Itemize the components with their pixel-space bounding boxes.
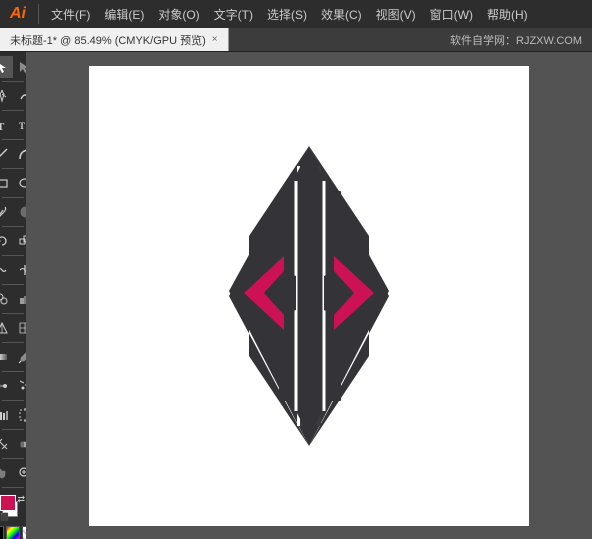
swap-colors-icon[interactable]: ⇄ — [17, 494, 25, 505]
perspective-grid-tool[interactable] — [0, 317, 13, 339]
rectangle-tool[interactable] — [0, 172, 13, 194]
main-area: T T — [0, 52, 592, 539]
brush-tools — [2, 201, 24, 227]
menu-help[interactable]: 帮助(H) — [481, 4, 534, 25]
app-logo: Ai — [4, 5, 32, 23]
menu-type[interactable]: 文字(T) — [208, 4, 259, 25]
warp-tools — [2, 259, 24, 285]
hand-tool[interactable] — [0, 462, 13, 484]
scale-tool[interactable] — [14, 230, 27, 252]
gradient-tool[interactable] — [0, 346, 13, 368]
shape-builder-tool[interactable] — [0, 288, 13, 310]
canvas-area[interactable] — [26, 52, 592, 539]
line-tool[interactable] — [0, 143, 13, 165]
artboard-tool[interactable] — [14, 404, 27, 426]
active-tab[interactable]: 未标题-1* @ 85.49% (CMYK/GPU 预览) × — [0, 28, 229, 51]
type-tool[interactable]: T — [0, 114, 13, 136]
slice-tool[interactable] — [0, 433, 13, 455]
pen-tool[interactable] — [0, 85, 13, 107]
eyedropper-tool[interactable] — [14, 346, 27, 368]
column-graph-tool[interactable] — [0, 404, 13, 426]
zoom-tool[interactable] — [14, 462, 27, 484]
arc-tool[interactable] — [14, 143, 27, 165]
warp-tool[interactable] — [0, 259, 13, 281]
builder-tools — [2, 288, 24, 314]
transform-tools — [2, 230, 24, 256]
toolbar: T T — [0, 52, 26, 539]
tab-right-info: 软件自学网：RJZXW.COM — [440, 32, 592, 48]
tab-bar: 未标题-1* @ 85.49% (CMYK/GPU 预览) × 软件自学网：RJ… — [0, 28, 592, 52]
color-area: ⇄ ⬛ — [2, 491, 24, 539]
svg-text:T: T — [19, 121, 25, 131]
view-tools — [2, 462, 24, 488]
graph-tools — [2, 404, 24, 430]
slice-tools — [2, 433, 24, 459]
blend-tools — [2, 375, 24, 401]
type-tools: T T — [2, 114, 24, 140]
direct-selection-tool[interactable] — [14, 56, 27, 78]
paintbrush-tool[interactable] — [0, 201, 13, 223]
menu-effect[interactable]: 效果(C) — [315, 4, 368, 25]
menu-edit[interactable]: 编辑(E) — [98, 4, 150, 25]
shape-tools — [2, 172, 24, 198]
menu-object[interactable]: 对象(O) — [152, 4, 205, 25]
width-tool[interactable] — [14, 259, 27, 281]
tab-close-button[interactable]: × — [212, 34, 218, 45]
eraser-tool[interactable] — [14, 433, 27, 455]
small-swatches — [0, 526, 26, 539]
live-paint-tool[interactable] — [14, 288, 27, 310]
perspective-tools — [2, 317, 24, 343]
gradient-swatch[interactable] — [6, 526, 20, 539]
touch-type-tool[interactable]: T — [14, 114, 27, 136]
symbol-sprayer-tool[interactable] — [14, 375, 27, 397]
reset-colors-icon[interactable]: ⬛ — [0, 513, 9, 521]
rotate-tool[interactable] — [0, 230, 13, 252]
tab-title: 未标题-1* @ 85.49% (CMYK/GPU 预览) — [10, 32, 206, 48]
foreground-swatch[interactable] — [0, 495, 16, 511]
selection-tools — [2, 56, 24, 82]
gradient-tools — [2, 346, 24, 372]
menu-select[interactable]: 选择(S) — [261, 4, 313, 25]
logo-artwork — [169, 136, 449, 456]
line-tools — [2, 143, 24, 169]
menu-file[interactable]: 文件(F) — [45, 4, 96, 25]
svg-text:T: T — [0, 121, 5, 132]
mesh-tool[interactable] — [14, 317, 27, 339]
artboard — [89, 66, 529, 526]
curvature-tool[interactable] — [14, 85, 27, 107]
ellipse-tool[interactable] — [14, 172, 27, 194]
menu-window[interactable]: 窗口(W) — [424, 4, 479, 25]
blend-tool[interactable] — [0, 375, 13, 397]
selection-tool[interactable] — [0, 56, 13, 78]
blob-brush-tool[interactable] — [14, 201, 27, 223]
pen-tools — [2, 85, 24, 111]
menu-bar: Ai 文件(F) 编辑(E) 对象(O) 文字(T) 选择(S) 效果(C) 视… — [0, 0, 592, 28]
none-swatch[interactable] — [0, 526, 4, 539]
menu-view[interactable]: 视图(V) — [370, 4, 422, 25]
